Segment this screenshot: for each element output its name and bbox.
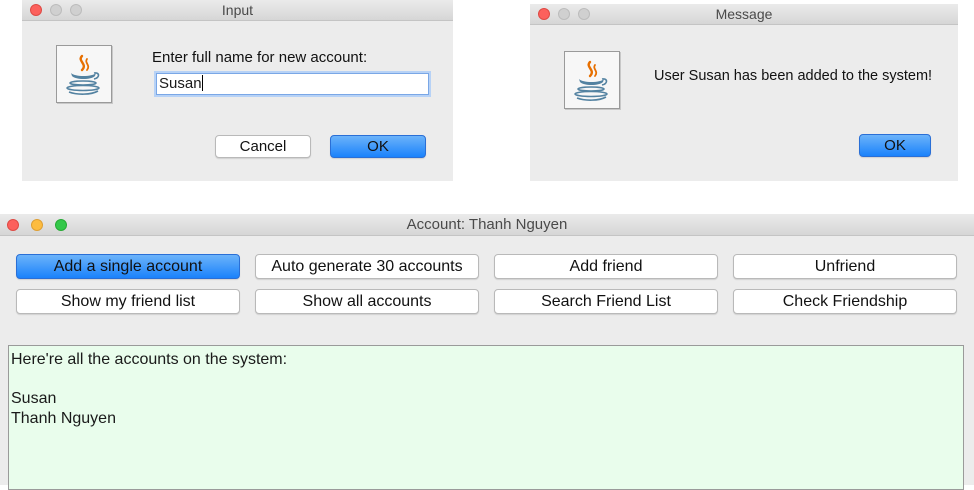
search-friend-list-button[interactable]: Search Friend List bbox=[494, 289, 718, 314]
message-text: User Susan has been added to the system! bbox=[654, 68, 933, 84]
show-friend-list-button[interactable]: Show my friend list bbox=[16, 289, 240, 314]
message-dialog-title: Message bbox=[715, 6, 773, 22]
output-line: Here're all the accounts on the system: bbox=[11, 351, 288, 368]
show-all-accounts-button[interactable]: Show all accounts bbox=[255, 289, 479, 314]
add-single-account-button[interactable]: Add a single account bbox=[16, 254, 240, 279]
input-dialog-titlebar: Input bbox=[22, 0, 453, 21]
output-text-area[interactable]: Here're all the accounts on the system: … bbox=[8, 345, 964, 490]
input-ok-button[interactable]: OK bbox=[330, 135, 426, 158]
unfriend-button[interactable]: Unfriend bbox=[733, 254, 957, 279]
full-name-value: Susan bbox=[159, 75, 202, 92]
full-name-field[interactable]: Susan bbox=[156, 73, 429, 95]
message-dialog: Message User Susan has been added to the… bbox=[530, 4, 958, 181]
input-prompt: Enter full name for new account: bbox=[152, 49, 368, 66]
message-dialog-titlebar: Message bbox=[530, 4, 958, 25]
auto-generate-accounts-button[interactable]: Auto generate 30 accounts bbox=[255, 254, 479, 279]
cancel-button[interactable]: Cancel bbox=[215, 135, 311, 158]
input-dialog: Input Enter full name for new account: S… bbox=[22, 0, 453, 181]
java-coffee-icon bbox=[564, 51, 620, 109]
text-caret bbox=[201, 75, 203, 91]
output-line: Thanh Nguyen bbox=[11, 409, 116, 427]
input-dialog-title: Input bbox=[221, 2, 254, 18]
main-window-titlebar: Account: Thanh Nguyen bbox=[0, 214, 974, 236]
check-friendship-button[interactable]: Check Friendship bbox=[733, 289, 957, 314]
java-coffee-icon bbox=[56, 45, 112, 103]
add-friend-button[interactable]: Add friend bbox=[494, 254, 718, 279]
output-line: Susan bbox=[11, 390, 57, 407]
main-window-title: Account: Thanh Nguyen bbox=[406, 216, 568, 233]
message-ok-button[interactable]: OK bbox=[859, 134, 931, 157]
